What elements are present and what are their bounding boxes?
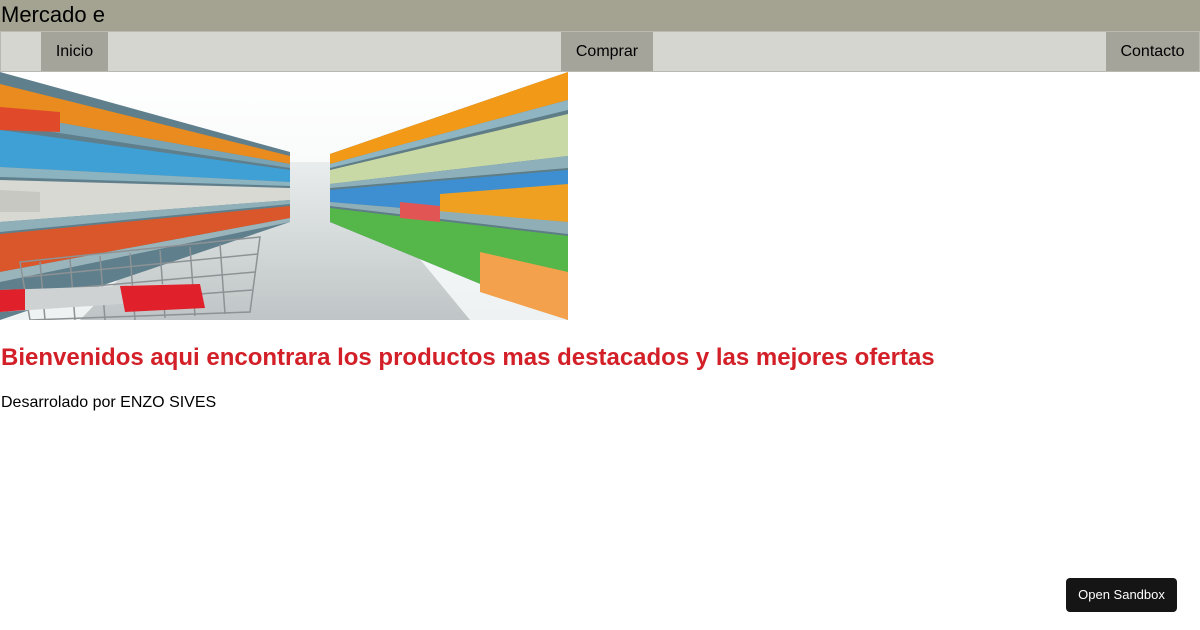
main-navigation: Inicio Comprar Contacto [0,31,1200,72]
supermarket-aisle-illustration [0,72,568,320]
open-sandbox-button[interactable]: Open Sandbox [1066,578,1177,612]
site-title: Mercado e [1,2,105,27]
hero-image [0,72,568,320]
nav-link-contacto[interactable]: Contacto [1106,32,1199,71]
site-header: Mercado e [0,0,1200,31]
developer-credit: Desarrolado por ENZO SIVES [1,394,217,411]
nav-link-comprar[interactable]: Comprar [561,32,653,71]
nav-link-inicio[interactable]: Inicio [41,32,108,71]
welcome-heading: Bienvenidos aqui encontrara los producto… [1,344,935,371]
